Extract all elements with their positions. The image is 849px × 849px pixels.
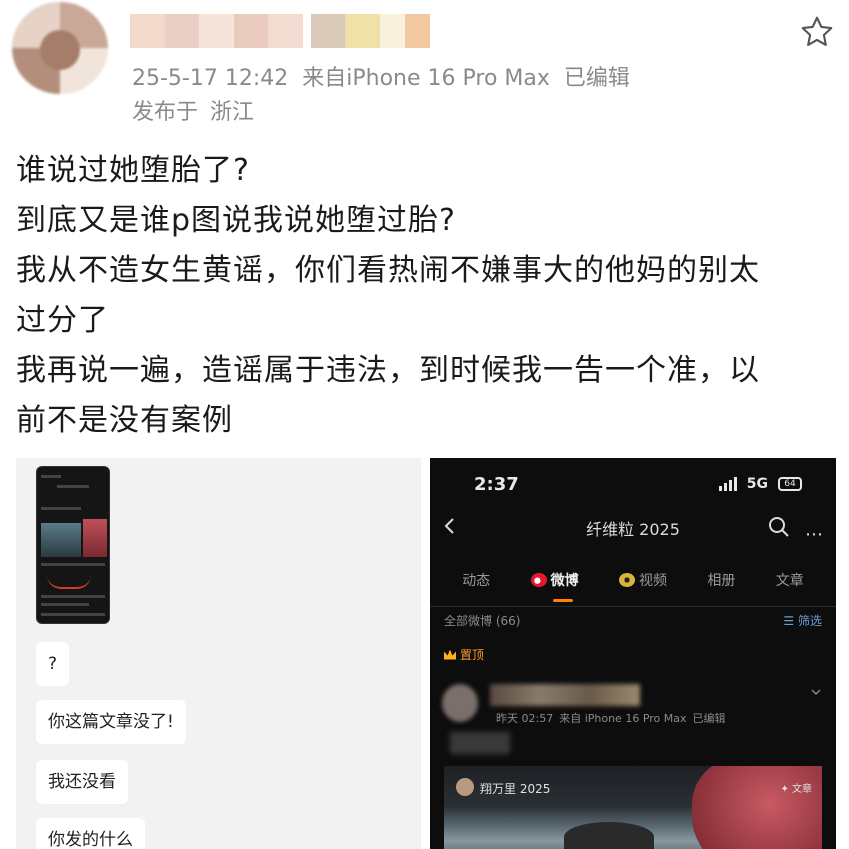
article-image-figure [692, 766, 822, 849]
post-meta: 昨天 02:57 来自 iPhone 16 Pro Max 已编辑 [496, 710, 732, 726]
post-source: 来自 iPhone 16 Pro Max [559, 712, 687, 725]
blurred-text [450, 732, 510, 754]
network-label: 5G [746, 476, 768, 492]
tab-article[interactable]: 文章 [776, 570, 804, 590]
post-image-profile[interactable]: 2:37 5G 64 纤维粒 2025 ⋯ 动态 微博 视频 相册 文章 全部微… [430, 458, 836, 849]
post-edited: 已编辑 [692, 712, 726, 725]
avatar[interactable] [442, 684, 478, 722]
tab-dynamic[interactable]: 动态 [462, 570, 490, 590]
avatar [456, 778, 474, 796]
post-line: 我从不造女生黄谣，你们看热闹不嫌事大的他妈的别太 [16, 253, 760, 288]
post-source: 来自iPhone 16 Pro Max [302, 66, 550, 91]
chat-bubble: 我还没看 [36, 760, 128, 804]
tab-label: 动态 [462, 573, 491, 589]
filter-row: 全部微博 (66) ☰ 筛选 [444, 612, 822, 629]
post-line: 谁说过她堕胎了? [16, 153, 250, 188]
article-card[interactable]: 翔万里 2025 ✦ 文章 [444, 766, 822, 849]
post-timestamp: 25-5-17 12:42 [132, 66, 289, 91]
pinned-badge: 置顶 [444, 646, 484, 663]
divider [430, 606, 836, 607]
chat-thumbnail[interactable] [36, 466, 110, 624]
filter-action-label: 筛选 [797, 614, 822, 628]
battery-icon: 64 [778, 477, 802, 491]
username-blurred[interactable] [130, 14, 430, 48]
article-tag-label: 文章 [792, 784, 812, 795]
tab-label: 相册 [707, 573, 736, 589]
more-icon[interactable]: ⋯ [805, 524, 824, 545]
tab-label: 文章 [775, 573, 804, 589]
post-line: 过分了 [16, 303, 109, 338]
username-blurred[interactable] [490, 684, 640, 706]
crown-icon [444, 649, 456, 660]
tab-label: 微博 [550, 573, 579, 589]
post-line: 我再说一遍，造谣属于违法，到时候我一告一个准，以 [16, 353, 760, 388]
status-bar: 5G 64 [718, 476, 802, 492]
article-author: 翔万里 2025 [480, 782, 551, 796]
signal-icon [718, 477, 737, 491]
chevron-down-icon[interactable] [810, 686, 822, 698]
chat-bubble: ? [36, 642, 70, 686]
location-label: 发布于 [132, 100, 199, 125]
filter-button[interactable]: ☰ 筛选 [783, 612, 822, 629]
article-tag: ✦ 文章 [780, 784, 812, 795]
post-location: 发布于 浙江 [132, 94, 266, 126]
post-text: 谁说过她堕胎了? 到底又是谁p图说我说她堕过胎? 我从不造女生黄谣，你们看热闹不… [16, 146, 836, 446]
profile-tabs: 动态 微博 视频 相册 文章 [430, 570, 836, 602]
weibo-icon [530, 573, 547, 587]
tab-label: 视频 [638, 573, 667, 589]
post-line: 到底又是谁p图说我说她堕过胎? [16, 203, 456, 238]
pinned-label: 置顶 [460, 648, 485, 662]
chat-bubble: 你这篇文章没了! [36, 700, 186, 744]
chat-bubble: 你发的什么 [36, 818, 145, 849]
post-edited: 已编辑 [563, 66, 630, 91]
video-icon [618, 573, 635, 587]
filter-label: 全部微博 (66) [444, 614, 521, 628]
post-time: 昨天 02:57 [496, 712, 554, 725]
post-meta: 25-5-17 12:42 来自iPhone 16 Pro Max 已编辑 [132, 60, 644, 92]
star-icon[interactable] [799, 14, 835, 50]
search-icon[interactable] [768, 516, 790, 538]
post-line: 前不是没有案例 [16, 403, 233, 438]
location-value: 浙江 [210, 100, 255, 125]
avatar[interactable] [12, 2, 108, 94]
tab-weibo[interactable]: 微博 [530, 570, 579, 602]
tab-album[interactable]: 相册 [707, 570, 735, 590]
article-image-rock [564, 822, 654, 849]
post-image-chat[interactable]: ? 你这篇文章没了! 我还没看 你发的什么 [16, 458, 421, 849]
tab-video[interactable]: 视频 [618, 570, 667, 590]
status-time: 2:37 [474, 474, 519, 495]
